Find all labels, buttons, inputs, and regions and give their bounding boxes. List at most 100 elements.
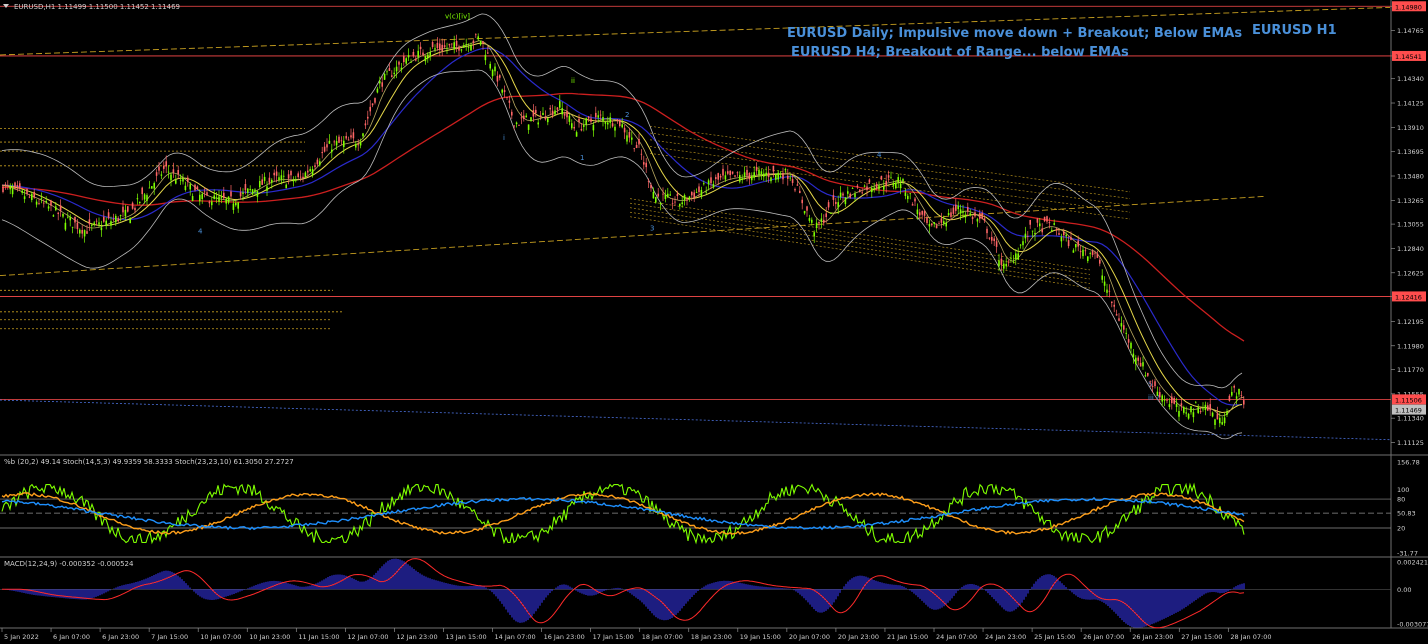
x-tick-label: 18 Jan 23:00 xyxy=(691,633,732,641)
candle-body xyxy=(1173,398,1175,404)
candle-body xyxy=(535,109,537,114)
candle-body xyxy=(554,110,556,115)
candle-body xyxy=(1219,417,1221,424)
osc-y-tick-label: 156.78 xyxy=(1397,459,1420,467)
candle-body xyxy=(1118,318,1120,321)
candle-body xyxy=(105,220,107,226)
candle-body xyxy=(916,209,919,215)
candle-body xyxy=(347,139,350,141)
x-tick-label: 26 Jan 23:00 xyxy=(1132,633,1173,641)
candle-body xyxy=(227,196,230,203)
candle-body xyxy=(307,170,309,173)
candle-body xyxy=(208,201,211,204)
candle-body xyxy=(43,202,45,204)
candle-body xyxy=(851,188,854,189)
candle-body xyxy=(470,45,472,51)
candle-body xyxy=(523,115,525,119)
main-header: EURUSD,H1 1.11499 1.11500 1.11452 1.1146… xyxy=(14,3,180,11)
candle-body xyxy=(1036,218,1039,223)
candle-body xyxy=(592,124,595,131)
candle-body xyxy=(1065,234,1067,237)
candle-body xyxy=(299,176,302,178)
candle-body xyxy=(1019,244,1022,246)
candle-body xyxy=(712,184,715,188)
candle-body xyxy=(79,229,81,234)
candle-body xyxy=(859,189,861,192)
candle-body xyxy=(599,114,602,116)
candle-body xyxy=(847,191,849,194)
candle-body xyxy=(1228,395,1231,401)
candle-body xyxy=(465,44,467,46)
candle-body xyxy=(1238,388,1240,395)
y-tick-label: 1.12625 xyxy=(1397,269,1424,277)
x-tick-label: 10 Jan 07:00 xyxy=(200,633,241,641)
candle-body xyxy=(419,46,422,50)
candle-body xyxy=(443,45,446,48)
candle-body xyxy=(1156,391,1159,396)
candle-body xyxy=(959,209,962,214)
candle-body xyxy=(179,180,182,182)
candle-body xyxy=(196,186,199,190)
candle-body xyxy=(849,193,851,198)
candle-body xyxy=(268,177,271,183)
candle-body xyxy=(122,206,124,213)
candle-body xyxy=(693,192,695,199)
candle-body xyxy=(681,202,683,204)
wave-label: v(c)[iv] xyxy=(445,13,470,21)
candle-body xyxy=(638,139,640,145)
candle-body xyxy=(376,88,379,93)
y-tick-label: 1.13055 xyxy=(1397,221,1424,229)
candle-body xyxy=(374,98,376,103)
candle-body xyxy=(31,193,33,200)
candle-body xyxy=(741,178,743,181)
candle-body xyxy=(1221,422,1223,425)
candle-body xyxy=(136,198,139,200)
candle-body xyxy=(1161,395,1163,402)
candle-body xyxy=(964,214,967,218)
candle-body xyxy=(967,207,969,212)
candle-body xyxy=(911,204,914,206)
price-tag-label: 1.12416 xyxy=(1395,293,1422,301)
candle-body xyxy=(1103,281,1106,286)
daily-annotation: EURUSD Daily; Impulsive move down + Brea… xyxy=(787,26,1242,41)
candle-body xyxy=(482,41,484,44)
candle-body xyxy=(628,132,631,138)
candle-body xyxy=(153,183,155,189)
trading-chart[interactable]: v(c)[iv]iii123445iii ? 156.781008050.832… xyxy=(0,0,1428,644)
candle-body xyxy=(587,116,590,119)
candle-body xyxy=(722,168,724,176)
candle-body xyxy=(191,196,194,202)
candle-body xyxy=(897,177,899,183)
candle-body xyxy=(81,229,83,234)
candle-body xyxy=(645,162,647,168)
candle-body xyxy=(16,185,19,188)
candle-body xyxy=(921,210,923,215)
candle-body xyxy=(1154,381,1156,387)
candle-body xyxy=(1101,275,1103,280)
candle-body xyxy=(146,195,148,201)
candle-body xyxy=(621,124,623,128)
candle-body xyxy=(215,197,218,199)
candle-body xyxy=(602,116,604,122)
candle-body xyxy=(571,123,573,129)
candle-body xyxy=(1031,230,1034,232)
candle-body xyxy=(1079,251,1082,253)
x-tick-label: 10 Jan 23:00 xyxy=(249,633,290,641)
candle-body xyxy=(971,216,974,220)
candle-body xyxy=(103,216,105,222)
y-tick-label: 1.11770 xyxy=(1397,366,1424,374)
candle-body xyxy=(873,187,875,189)
candle-body xyxy=(441,44,443,52)
candle-body xyxy=(542,112,544,116)
candle-body xyxy=(458,47,460,51)
price-tag-label: 1.14541 xyxy=(1395,53,1422,61)
candle-body xyxy=(297,173,299,178)
candle-body xyxy=(633,148,635,150)
osc-y-tick-label: 20 xyxy=(1397,525,1405,533)
candle-body xyxy=(854,193,856,198)
candle-body xyxy=(995,241,998,247)
candle-body xyxy=(575,132,578,137)
candle-body xyxy=(539,115,542,117)
candle-body xyxy=(69,216,71,221)
candle-body xyxy=(1108,290,1111,292)
